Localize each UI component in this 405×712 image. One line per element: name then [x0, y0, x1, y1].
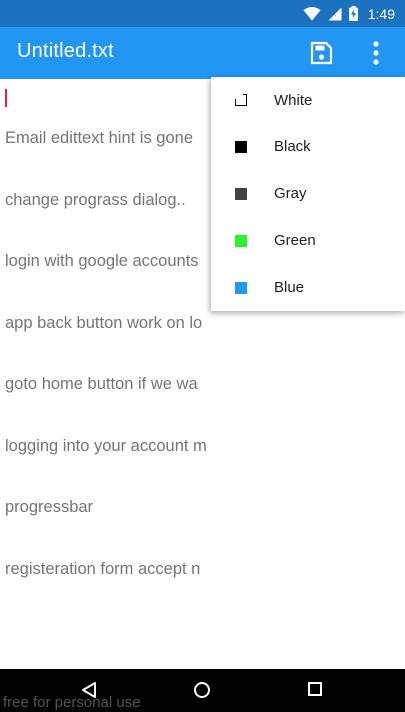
editor-line: progressbar — [5, 498, 94, 516]
editor-line: registeration form accept n — [5, 559, 201, 578]
menu-item-green[interactable]: Green — [211, 217, 405, 264]
status-bar: 1:49 — [0, 0, 405, 27]
editor-line: app back button work on lo — [5, 313, 203, 332]
menu-item-label: Green — [274, 232, 316, 249]
app-bar: Untitled.txt — [0, 27, 405, 79]
home-icon[interactable] — [193, 681, 211, 699]
overflow-menu-button[interactable] — [366, 39, 386, 67]
more-vert-icon — [373, 41, 379, 65]
signal-icon — [328, 7, 342, 20]
wifi-icon — [303, 6, 321, 20]
status-time: 1:49 — [367, 5, 395, 22]
menu-item-label: Gray — [274, 185, 307, 202]
menu-item-white[interactable]: White — [211, 77, 405, 123]
gray-swatch-icon — [235, 187, 247, 200]
green-swatch-icon — [235, 234, 247, 247]
editor-line: goto home button if we wa — [5, 375, 198, 393]
recents-icon[interactable] — [307, 681, 323, 697]
menu-item-label: White — [274, 91, 313, 109]
color-menu: White Black Gray Green Blue — [211, 77, 405, 311]
save-icon — [310, 41, 333, 65]
menu-item-gray[interactable]: Gray — [211, 170, 405, 217]
menu-item-blue[interactable]: Blue — [211, 264, 405, 311]
white-swatch-icon — [234, 93, 247, 106]
menu-item-label: Blue — [274, 279, 305, 296]
watermark-text: free for personal use — [3, 694, 141, 711]
menu-item-black[interactable]: Black — [211, 123, 405, 170]
black-swatch-icon — [235, 140, 247, 153]
save-button[interactable] — [306, 39, 336, 67]
app-title: Untitled.txt — [17, 40, 114, 62]
blue-swatch-icon — [235, 281, 247, 294]
editor-line: logging into your account m — [5, 436, 207, 455]
menu-item-label: Black — [274, 138, 311, 155]
battery-charging-icon — [348, 6, 358, 21]
